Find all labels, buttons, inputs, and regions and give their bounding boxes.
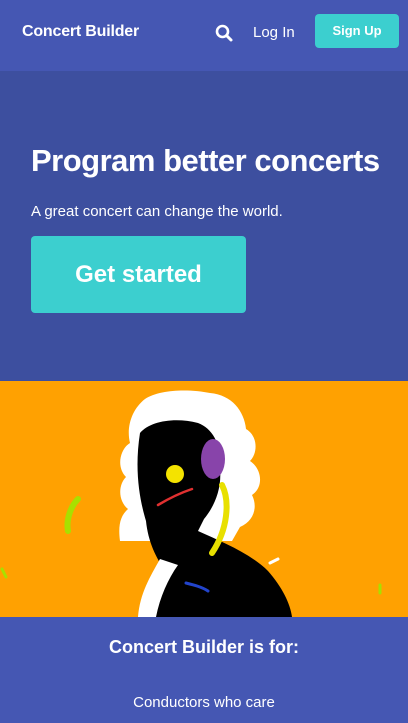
login-link[interactable]: Log In [253,24,295,41]
brand-logo[interactable]: Concert Builder [22,23,139,41]
search-icon[interactable] [214,23,236,45]
signup-button[interactable]: Sign Up [315,14,399,48]
hero-section: Program better concerts A great concert … [0,71,408,381]
audience-section: Concert Builder is for: Conductors who c… [0,617,408,723]
hero-illustration [0,381,408,617]
hero-subtitle: A great concert can change the world. [31,203,283,220]
audience-item: Conductors who care [133,694,275,711]
get-started-button[interactable]: Get started [31,236,246,313]
hero-title: Program better concerts [31,143,380,178]
navbar: Concert Builder Log In Sign Up [0,0,408,71]
composer-illustration [0,390,382,617]
audience-title: Concert Builder is for: [108,637,300,657]
